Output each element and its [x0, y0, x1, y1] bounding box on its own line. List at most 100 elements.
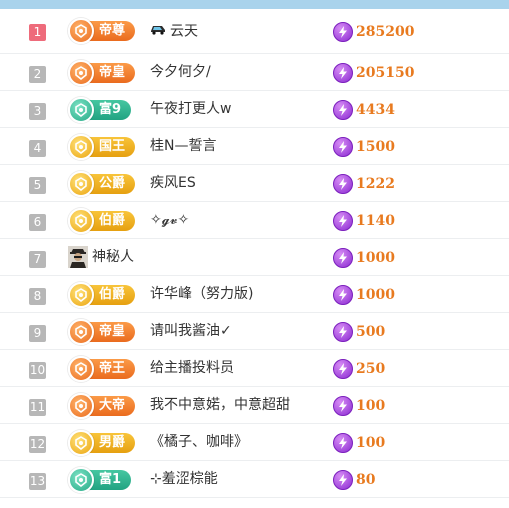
- list-item[interactable]: 4 国王 桂N—誓言 1500: [0, 128, 509, 165]
- rank-number: 6: [29, 214, 46, 231]
- level-badge: 公爵: [68, 171, 136, 197]
- level-badge: 男爵: [68, 430, 136, 456]
- lightning-coin-icon: [333, 285, 353, 305]
- lightning-coin-icon: [333, 470, 353, 490]
- score: 1222: [333, 174, 395, 194]
- user-name[interactable]: ⊹羞涩棕能: [150, 461, 218, 498]
- lightning-coin-icon: [333, 100, 353, 120]
- user-name[interactable]: ✧𝓰𝓿✧: [150, 202, 189, 239]
- badge-emblem-icon: [68, 18, 94, 44]
- list-item[interactable]: 1 帝尊 云天 285200: [0, 9, 509, 54]
- score-value: 500: [356, 324, 386, 340]
- user-name-text: 午夜打更人w: [150, 101, 232, 117]
- score: 1000: [333, 248, 395, 268]
- list-item[interactable]: 9 帝皇 请叫我酱油✓ 500: [0, 313, 509, 350]
- badge-emblem-icon: [68, 60, 94, 86]
- badge-emblem-icon: [68, 171, 94, 197]
- list-item[interactable]: 13 富1 ⊹羞涩棕能 80: [0, 461, 509, 498]
- rank-number: 4: [29, 140, 46, 157]
- score: 500: [333, 322, 385, 342]
- score-value: 1000: [356, 250, 395, 266]
- user-name[interactable]: 今夕何夕/: [150, 54, 211, 91]
- badge-emblem-icon: [68, 356, 94, 382]
- score: 4434: [333, 100, 395, 120]
- list-item[interactable]: 3 富9 午夜打更人w 4434: [0, 91, 509, 128]
- level-badge: 伯爵: [68, 208, 136, 234]
- level-badge: 帝尊: [68, 18, 136, 44]
- rank-number: 3: [29, 103, 46, 120]
- lightning-coin-icon: [333, 396, 353, 416]
- badge-emblem-icon: [68, 467, 94, 493]
- list-item[interactable]: 6 伯爵 ✧𝓰𝓿✧ 1140: [0, 202, 509, 239]
- rank-number: 11: [29, 399, 46, 416]
- user-name[interactable]: 我不中意婼，中意超甜: [150, 387, 290, 424]
- user-name-text: ✧𝓰𝓿✧: [150, 212, 190, 228]
- user-name-text: 给主播投料员: [150, 360, 234, 376]
- user-name[interactable]: 神秘人: [92, 239, 134, 276]
- score-value: 205150: [356, 65, 415, 81]
- badge-emblem-icon: [68, 282, 94, 308]
- user-name[interactable]: 午夜打更人w: [150, 91, 231, 128]
- car-icon: [150, 9, 166, 54]
- rank-number: 10: [29, 362, 46, 379]
- list-item[interactable]: 5 公爵 疾风ES 1222: [0, 165, 509, 202]
- user-name-text: 《橘子、咖啡》: [150, 434, 248, 450]
- rank-number: 12: [29, 436, 46, 453]
- rank-number: 13: [29, 473, 46, 490]
- user-name-text: 桂N—誓言: [150, 138, 217, 154]
- mystery-user-avatar-icon: [68, 246, 88, 268]
- user-name-text: 许华峰（努力版): [150, 286, 254, 302]
- list-item[interactable]: 11 大帝 我不中意婼，中意超甜 100: [0, 387, 509, 424]
- level-badge: 帝皇: [68, 60, 136, 86]
- score-value: 1500: [356, 139, 395, 155]
- user-name[interactable]: 给主播投料员: [150, 350, 234, 387]
- score-value: 80: [356, 472, 376, 488]
- score-value: 100: [356, 435, 386, 451]
- rank-number: 7: [29, 251, 46, 268]
- lightning-coin-icon: [333, 322, 353, 342]
- user-name[interactable]: 《橘子、咖啡》: [150, 424, 248, 461]
- score: 285200: [333, 22, 414, 42]
- level-badge: 富9: [68, 97, 132, 123]
- badge-emblem-icon: [68, 134, 94, 160]
- lightning-coin-icon: [333, 433, 353, 453]
- level-badge: 大帝: [68, 393, 136, 419]
- score-value: 1140: [356, 213, 395, 229]
- badge-emblem-icon: [68, 208, 94, 234]
- rank-number: 5: [29, 177, 46, 194]
- score: 80: [333, 470, 375, 490]
- list-item[interactable]: 10 帝王 给主播投料员 250: [0, 350, 509, 387]
- lightning-coin-icon: [333, 359, 353, 379]
- score-value: 285200: [356, 24, 415, 40]
- header-bar: [0, 0, 509, 9]
- list-item[interactable]: 7 神秘人 1000: [0, 239, 509, 276]
- user-name[interactable]: 云天: [150, 9, 198, 55]
- lightning-coin-icon: [333, 248, 353, 268]
- user-name-text: 神秘人: [92, 249, 134, 265]
- list-item[interactable]: 8 伯爵 许华峰（努力版) 1000: [0, 276, 509, 313]
- level-badge: 帝皇: [68, 319, 136, 345]
- level-badge: 帝王: [68, 356, 136, 382]
- user-name[interactable]: 请叫我酱油✓: [150, 313, 232, 350]
- score-value: 100: [356, 398, 386, 414]
- score: 205150: [333, 63, 414, 83]
- rank-number: 9: [29, 325, 46, 342]
- rank-number: 1: [29, 24, 46, 41]
- score: 100: [333, 396, 385, 416]
- leaderboard-list: 1 帝尊 云天 285200 2 帝皇 今夕何夕/205150 3 富9 午夜打更人w 4434 4 国…: [0, 9, 509, 498]
- lightning-coin-icon: [333, 22, 353, 42]
- lightning-coin-icon: [333, 211, 353, 231]
- user-name[interactable]: 许华峰（努力版): [150, 276, 253, 313]
- list-item[interactable]: 12 男爵 《橘子、咖啡》 100: [0, 424, 509, 461]
- user-name[interactable]: 桂N—誓言: [150, 128, 216, 165]
- score-value: 4434: [356, 102, 395, 118]
- list-item[interactable]: 2 帝皇 今夕何夕/205150: [0, 54, 509, 91]
- user-name-text: 云天: [170, 23, 198, 40]
- user-name[interactable]: 疾风ES: [150, 165, 196, 202]
- user-name-text: ⊹羞涩棕能: [150, 471, 218, 487]
- level-badge: 国王: [68, 134, 136, 160]
- score: 100: [333, 433, 385, 453]
- score-value: 1000: [356, 287, 395, 303]
- lightning-coin-icon: [333, 137, 353, 157]
- user-name-text: 请叫我酱油✓: [150, 323, 232, 339]
